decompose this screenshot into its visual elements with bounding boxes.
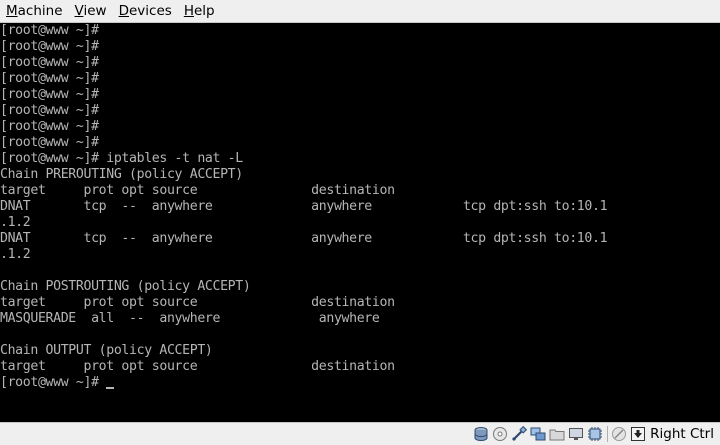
hard-disk-icon[interactable] [473,426,489,442]
terminal-line: Chain POSTROUTING (policy ACCEPT) [0,279,251,294]
terminal-line: [root@www ~]# [0,23,99,38]
host-key-arrow-icon [630,426,646,442]
terminal-line: [root@www ~]# [0,119,99,134]
terminal-line: MASQUERADE all -- anywhere anywhere [0,311,380,326]
menu-bar: Machine View Devices Help [0,0,720,23]
status-bar-divider [607,426,609,442]
network-icon[interactable] [530,426,546,442]
terminal-line: .1.2 [0,215,31,230]
cpu-icon[interactable] [587,426,603,442]
terminal-line: [root@www ~]# iptables -t nat -L [0,151,243,166]
terminal-line: Chain PREROUTING (policy ACCEPT) [0,167,243,182]
menu-devices[interactable]: Devices [113,0,178,23]
mouse-integration-icon[interactable] [611,426,627,442]
vm-console[interactable]: [root@www ~]# [root@www ~]# [root@www ~]… [0,23,720,422]
terminal-line: [root@www ~]# [0,103,99,118]
terminal-cursor [106,387,115,389]
usb-icon[interactable] [511,426,528,442]
terminal-line: Chain OUTPUT (policy ACCEPT) [0,343,213,358]
menu-view[interactable]: View [69,0,113,23]
terminal-line: .1.2 [0,247,31,262]
terminal-line: DNAT tcp -- anywhere anywhere tcp dpt:ss… [0,231,608,246]
terminal-line: [root@www ~]# [0,135,99,150]
shared-folders-icon[interactable] [549,426,565,442]
terminal-line: [root@www ~]# [0,87,99,102]
menu-machine[interactable]: Machine [0,0,69,23]
terminal-line: DNAT tcp -- anywhere anywhere tcp dpt:ss… [0,199,608,214]
terminal-prompt: [root@www ~]# [0,375,107,390]
menu-help[interactable]: Help [178,0,221,23]
optical-disk-icon[interactable] [492,426,508,442]
terminal-line: target prot opt source destination [0,359,395,374]
terminal-line: target prot opt source destination [0,295,395,310]
terminal-line: target prot opt source destination [0,183,395,198]
display-icon[interactable] [568,426,584,442]
status-bar: Right Ctrl [0,422,720,445]
terminal-prompt-line: [root@www ~]# [0,375,115,391]
terminal-line: [root@www ~]# [0,55,99,70]
host-key-label: Right Ctrl [650,426,714,442]
terminal-line: [root@www ~]# [0,71,99,86]
terminal-line: [root@www ~]# [0,39,99,54]
